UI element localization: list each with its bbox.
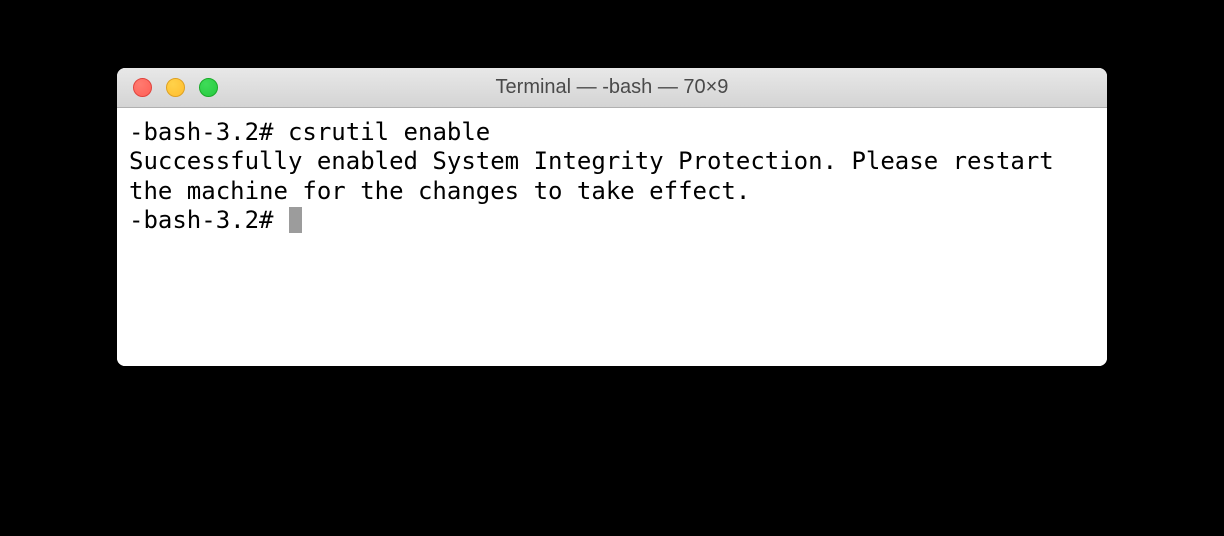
command-line: -bash-3.2# csrutil enable: [129, 118, 1095, 147]
titlebar[interactable]: Terminal — -bash — 70×9: [117, 68, 1107, 108]
shell-prompt: -bash-3.2#: [129, 118, 288, 147]
shell-prompt: -bash-3.2#: [129, 206, 288, 235]
cursor-icon: [289, 207, 302, 233]
command-text: csrutil enable: [288, 118, 490, 147]
terminal-body[interactable]: -bash-3.2# csrutil enableSuccessfully en…: [117, 108, 1107, 366]
maximize-icon[interactable]: [199, 78, 218, 97]
terminal-window: Terminal — -bash — 70×9 -bash-3.2# csrut…: [117, 68, 1107, 366]
current-prompt-line: -bash-3.2#: [129, 206, 1095, 235]
window-title: Terminal — -bash — 70×9: [117, 76, 1107, 99]
close-icon[interactable]: [133, 78, 152, 97]
command-output: Successfully enabled System Integrity Pr…: [129, 147, 1068, 204]
traffic-lights: [117, 78, 218, 97]
minimize-icon[interactable]: [166, 78, 185, 97]
